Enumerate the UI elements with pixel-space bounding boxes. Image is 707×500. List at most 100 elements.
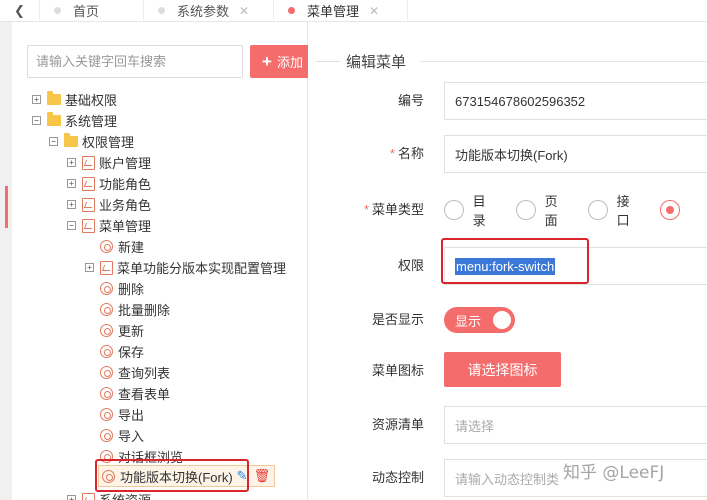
- expand-icon[interactable]: +: [67, 200, 76, 209]
- radio-directory[interactable]: 目录: [444, 191, 498, 229]
- tree-node[interactable]: 批量删除: [100, 299, 170, 320]
- close-icon[interactable]: ✕: [369, 4, 379, 18]
- tree-node[interactable]: + 基础权限: [32, 89, 117, 110]
- folder-open-icon: [64, 133, 78, 147]
- required-mark: *: [389, 146, 395, 161]
- show-toggle[interactable]: 显示: [444, 307, 515, 333]
- required-mark: *: [363, 202, 369, 217]
- collapse-icon[interactable]: −: [67, 221, 76, 230]
- add-button-clip: + 添加: [250, 45, 308, 78]
- collapse-icon[interactable]: −: [49, 137, 58, 146]
- tree-node-label: 权限管理: [82, 135, 135, 150]
- name-field[interactable]: 功能版本切换(Fork): [444, 135, 707, 173]
- tab-system-params[interactable]: 系统参数 ✕: [144, 0, 274, 22]
- tree-node[interactable]: − 系统管理: [32, 110, 117, 131]
- expand-icon[interactable]: +: [85, 263, 94, 272]
- menu-edit-form: 编辑菜单 编号 673154678602596352 * 名称 功能版本切换(Fo…: [308, 22, 707, 500]
- toggle-knob: [493, 311, 511, 329]
- name-label-text: 名称: [397, 146, 424, 161]
- tab-label: 首页: [73, 4, 100, 19]
- tree-node-label: 保存: [118, 345, 145, 360]
- tree-node-label: 账户管理: [99, 156, 152, 171]
- radio-icon[interactable]: [516, 200, 536, 220]
- add-button-label: 添加: [276, 55, 303, 70]
- tree-node-label: 导入: [118, 429, 145, 444]
- tree-node[interactable]: + 功能角色: [67, 173, 151, 194]
- tree-node[interactable]: 查询列表: [100, 362, 170, 383]
- expand-icon[interactable]: +: [67, 179, 76, 188]
- select-icon-button[interactable]: 请选择图标: [444, 352, 561, 387]
- button-permission-icon: [100, 324, 113, 337]
- show-label: 是否显示: [371, 312, 424, 327]
- tree-node[interactable]: 新建: [100, 236, 144, 257]
- menu-icon: [82, 197, 95, 212]
- active-indicator: [5, 186, 8, 228]
- tree-node-label: 更新: [118, 324, 145, 339]
- expand-icon[interactable]: +: [32, 95, 41, 104]
- watermark: 知乎 @LeeFJ: [563, 463, 665, 483]
- tree-highlight-box: [95, 459, 249, 492]
- tree-node[interactable]: 保存: [100, 341, 144, 362]
- tree-node[interactable]: + 业务角色: [67, 194, 151, 215]
- radio-icon[interactable]: [588, 200, 608, 220]
- tree-node[interactable]: − 菜单管理: [67, 215, 151, 236]
- plus-icon: +: [262, 51, 272, 71]
- permission-label: 权限: [397, 258, 424, 273]
- radio-button-selected[interactable]: [660, 200, 689, 220]
- folder-icon: [47, 91, 61, 105]
- tab-label: 系统参数: [177, 4, 230, 19]
- radio-page[interactable]: 页面: [516, 191, 570, 229]
- menu-icon: [100, 260, 113, 275]
- menu-icon: [82, 176, 95, 191]
- tree-node[interactable]: + 账户管理: [67, 152, 151, 173]
- dynamic-label: 动态控制: [371, 470, 424, 485]
- menu-tree-panel: + 添加 + 基础权限 − 系统管理 − 权限管理 +: [12, 22, 308, 500]
- radio-api[interactable]: 接口: [588, 191, 642, 229]
- tab-menu-management[interactable]: 菜单管理 ✕: [274, 0, 408, 22]
- tree-node[interactable]: 查看表单: [100, 383, 170, 404]
- resource-select[interactable]: 请选择: [444, 406, 707, 444]
- id-field[interactable]: 673154678602596352: [444, 82, 707, 120]
- tree-node[interactable]: 导出: [100, 404, 144, 425]
- add-menu-button[interactable]: + 添加: [250, 45, 308, 78]
- tree-node-label: 功能角色: [99, 177, 152, 192]
- divider: [420, 61, 707, 62]
- button-permission-icon: [100, 282, 113, 295]
- button-permission-icon: [100, 387, 113, 400]
- button-permission-icon: [100, 366, 113, 379]
- tree-node[interactable]: − 权限管理: [49, 131, 134, 152]
- tree-node-label: 基础权限: [65, 93, 118, 108]
- expand-icon[interactable]: +: [67, 495, 76, 500]
- tab-dot-icon: [288, 7, 295, 14]
- tree-search-input[interactable]: [27, 45, 243, 78]
- radio-label: 接口: [616, 194, 630, 228]
- tab-bar: ❮ 首页 系统参数 ✕ 菜单管理 ✕: [0, 0, 707, 22]
- expand-icon[interactable]: +: [67, 158, 76, 167]
- tree-node[interactable]: + 菜单功能分版本实现配置管理: [85, 257, 286, 278]
- left-gutter: [0, 22, 12, 500]
- tree-node-label: 删除: [118, 282, 145, 297]
- tree-node[interactable]: 导入: [100, 425, 144, 446]
- id-label: 编号: [397, 93, 424, 108]
- menu-icon: [82, 492, 95, 500]
- button-permission-icon: [100, 429, 113, 442]
- tree-node-label: 业务角色: [99, 198, 152, 213]
- close-icon[interactable]: ✕: [239, 4, 249, 18]
- button-permission-icon: [100, 303, 113, 316]
- name-label: * 名称: [308, 144, 424, 164]
- tab-label: 菜单管理: [307, 4, 360, 19]
- trash-icon[interactable]: 🗑: [254, 468, 271, 484]
- collapse-icon[interactable]: −: [32, 116, 41, 125]
- tree-node[interactable]: 删除: [100, 278, 144, 299]
- icon-label: 菜单图标: [371, 363, 424, 378]
- divider: [316, 61, 340, 62]
- folder-open-icon: [47, 112, 61, 126]
- tab-home[interactable]: 首页: [40, 0, 144, 22]
- menu-icon: [82, 155, 95, 170]
- menu-icon: [82, 218, 95, 233]
- back-icon[interactable]: ❮: [0, 0, 40, 22]
- button-permission-icon: [100, 240, 113, 253]
- radio-icon[interactable]: [444, 200, 464, 220]
- tree-node[interactable]: 更新: [100, 320, 144, 341]
- radio-selected-icon[interactable]: [660, 200, 680, 220]
